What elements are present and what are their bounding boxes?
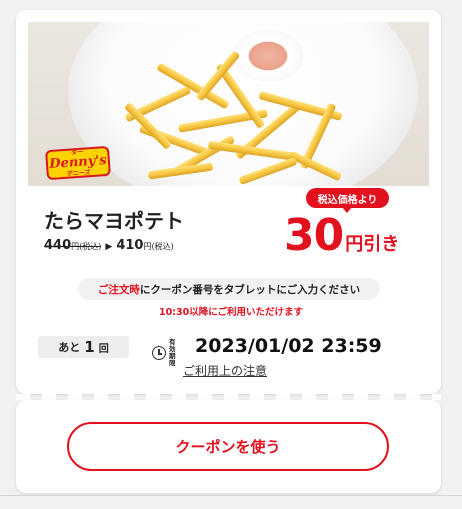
- price-after-value: 410: [116, 238, 144, 253]
- order-notice-text: にクーポン番号をタブレットにご入力ください: [139, 283, 361, 296]
- remaining-count: 1: [84, 338, 95, 356]
- remaining-uses: あと 1 回: [38, 336, 129, 358]
- deadline-label: 有効期限: [169, 338, 176, 367]
- arrow-right-icon: ▶: [105, 242, 113, 252]
- bottom-divider: [0, 495, 462, 496]
- clock-icon: [152, 346, 166, 360]
- dennys-logo: ダー Denny's デニーズ: [45, 145, 111, 181]
- discount-number: 30: [284, 210, 344, 261]
- deadline-datetime: 2023/01/02 23:59: [195, 335, 382, 357]
- caution-link[interactable]: ご利用上の注意: [183, 362, 267, 379]
- time-restriction: 10:30以降にご利用いただけます: [158, 307, 304, 318]
- deadline-icon-group: 有効期限: [152, 339, 181, 367]
- price-before: 440円(税込): [44, 238, 102, 253]
- dip-sauce: [233, 30, 303, 82]
- price-before-unit: 円(税込): [71, 242, 102, 251]
- price-line: 440円(税込) ▶ 410 円(税込): [44, 238, 174, 253]
- product-name: たらマヨポテト: [44, 209, 184, 233]
- logo-bottom-text: デニーズ: [66, 169, 91, 178]
- use-coupon-button[interactable]: クーポンを使う: [67, 422, 389, 471]
- remaining-suffix: 回: [98, 343, 109, 355]
- tax-included-badge: 税込価格より: [306, 188, 389, 213]
- discount-amount: 30 円引き: [284, 210, 399, 262]
- price-after-unit: 円(税込): [143, 242, 174, 251]
- order-notice: ご注文時 にクーポン番号をタブレットにご入力ください: [78, 278, 380, 300]
- price-before-value: 440: [44, 238, 72, 253]
- order-notice-highlight: ご注文時: [97, 283, 140, 296]
- remaining-prefix: あと: [58, 341, 81, 354]
- action-card: クーポンを使う: [16, 400, 441, 493]
- discount-unit: 円引き: [345, 234, 400, 255]
